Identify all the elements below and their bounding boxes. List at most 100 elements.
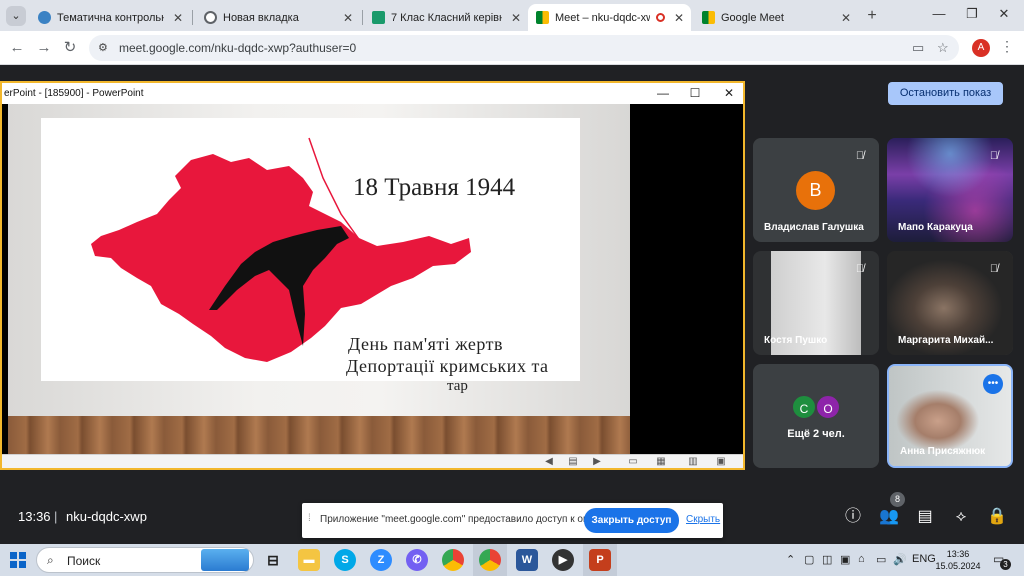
new-tab-button[interactable]: + [862,6,882,26]
more-participants-label: Ещё 2 чел. [787,428,845,440]
slideshow-stage: 18 Травня 1944 День пам'яті жертв Депорт… [2,104,743,454]
ppt-close-icon[interactable]: ✕ [719,83,739,103]
tab-label: Новая вкладка [223,11,299,24]
stop-sharing-button[interactable]: Закрыть доступ [584,508,679,533]
tab-close-icon[interactable]: ✕ [170,11,186,25]
address-bar[interactable]: ⚙ meet.google.com/nku-dqdc-xwp?authuser=… [89,35,959,61]
volume-icon[interactable]: 🔊 [893,553,907,566]
skype-icon[interactable]: S [334,549,356,571]
next-slide-icon[interactable]: ▶ [590,456,604,467]
forward-arrow-icon[interactable]: → [34,38,54,58]
share-notice-message: Приложение "meet.google.com" предоставил… [320,514,600,525]
meet-tray-icon[interactable]: ▢ [804,553,814,566]
participant-name: Костя Пушко [764,335,828,346]
reload-icon[interactable]: ↻ [60,38,80,58]
mic-off-icon: 🎙̸ [989,150,999,162]
normal-view-icon[interactable]: ▭ [626,456,640,467]
meeting-code: nku-dqdc-xwp [66,509,147,524]
tab-google-meet[interactable]: Google Meet ✕ [694,4,858,31]
powerpoint-icon[interactable]: P [589,549,611,571]
site-settings-icon[interactable]: ⚙ [98,41,108,54]
chrome-icon[interactable] [442,549,464,571]
participant-name: Владислав Галушка [764,222,864,233]
tab-meet-active[interactable]: Meet – nku-dqdc-xwp ✕ [528,4,691,31]
chat-icon[interactable]: ▤ [914,506,936,528]
participant-tile-speaking[interactable]: ••• Анна Присяжнюк [887,364,1013,468]
shared-powerpoint-window: erPoint - [185900] - PowerPoint — ☐ ✕ 18… [0,81,745,470]
close-window-icon[interactable]: ✕ [992,6,1016,22]
tab-new-tab[interactable]: Новая вкладка ✕ [196,4,360,31]
tab-close-icon[interactable]: ✕ [340,11,356,25]
browser-toolbar: ← → ↻ ⚙ meet.google.com/nku-dqdc-xwp?aut… [0,31,1024,65]
bookmark-star-icon[interactable]: ☆ [937,40,949,56]
participant-tile[interactable]: 🎙̸ Мапо Каракуца [887,138,1013,242]
participant-tile[interactable]: 🎙̸ Маргарита Михай... [887,251,1013,355]
viber-icon[interactable]: ✆ [406,549,428,571]
slideshow-view-icon[interactable]: ▣ [714,456,728,467]
profile-avatar[interactable]: A [972,39,990,57]
photos-icon[interactable]: ▣ [840,553,850,566]
tab-test[interactable]: Тематична контрольна роб ✕ [30,4,190,31]
drag-handle-icon[interactable]: ⁞ [308,513,311,524]
tab-favicon-icon [372,11,385,24]
clock-time: 13:36 [946,549,970,559]
word-icon[interactable]: W [516,549,538,571]
show-hidden-icons-icon[interactable]: ⌃ [786,553,795,566]
powerpoint-title-bar: erPoint - [185900] - PowerPoint [2,83,743,104]
participant-tile[interactable]: 🎙̸ Костя Пушко [753,251,879,355]
divider: | [54,509,58,524]
taskbar-search-box[interactable]: ⌕ Поиск [36,547,254,573]
participant-name: Маргарита Михай... [898,335,994,346]
tab-classroom[interactable]: 7 Клас Класний керівник: С ✕ [364,4,528,31]
tab-close-icon[interactable]: ✕ [671,11,687,25]
powerpoint-window-title: erPoint - [185900] - PowerPoint [4,88,144,99]
activities-icon[interactable]: ⟡ [950,506,972,528]
file-explorer-icon[interactable]: ▬ [298,549,320,571]
ppt-maximize-icon[interactable]: ☐ [685,83,705,103]
tab-close-icon[interactable]: ✕ [838,11,854,25]
mic-off-icon: 🎙̸ [855,263,865,275]
tab-close-icon[interactable]: ✕ [508,11,524,25]
slide-caption-line3: тар [447,378,468,394]
slide: 18 Травня 1944 День пам'яті жертв Депорт… [8,104,630,454]
avatar: В [796,171,835,210]
mic-off-icon: 🎙̸ [989,263,999,275]
people-icon[interactable]: 👥 [878,506,900,528]
participant-tile[interactable]: 🎙̸ В Владислав Галушка [753,138,879,242]
windows-start-icon[interactable] [10,552,26,568]
hide-notice-link[interactable]: Скрыть [686,514,720,525]
tab-favicon-icon [38,11,51,24]
battery-icon[interactable]: ▭ [876,553,886,566]
slide-sorter-icon[interactable]: ▦ [654,456,668,467]
task-view-icon[interactable]: ⊟ [262,549,284,571]
tab-search-button[interactable]: ⌄ [6,6,26,26]
security-icon[interactable]: ◫ [822,553,832,566]
more-participants-tile[interactable]: С О Ещё 2 чел. [753,364,879,468]
tab-divider [192,10,193,25]
search-placeholder: Поиск [67,554,101,568]
taskbar-clock[interactable]: 13:36 15.05.2024 [930,548,986,572]
zoom-icon[interactable]: Z [370,549,392,571]
meeting-time: 13:36 [18,509,51,524]
stop-presenting-button[interactable]: Остановить показ [888,82,1003,105]
slide-caption-line2: Депортації кримських та [346,356,549,376]
media-player-icon[interactable]: ▶ [552,549,574,571]
restore-icon[interactable]: ❐ [960,6,984,22]
camera-in-use-icon[interactable]: ▭ [912,40,924,56]
minimize-icon[interactable]: — [927,6,951,21]
meet-favicon-icon [702,11,715,24]
avatar: С [791,394,817,420]
avatar: О [815,394,841,420]
back-arrow-icon[interactable]: ← [7,38,27,58]
slide-menu-icon[interactable]: ▤ [566,456,580,467]
meeting-details-icon[interactable]: ⓘ [842,506,864,528]
network-icon[interactable]: ⌂ [858,553,865,565]
reading-view-icon[interactable]: ▥ [686,456,700,467]
host-controls-icon[interactable]: 🔒 [986,506,1008,528]
prev-slide-icon[interactable]: ◀ [542,456,556,467]
chrome-profile-icon[interactable] [479,549,501,571]
meet-favicon-icon [536,11,549,24]
ppt-minimize-icon[interactable]: — [653,83,673,103]
powerpoint-status-bar: ◀ ▤ ▶ ▭ ▦ ▥ ▣ [2,454,743,468]
browser-menu-icon[interactable]: ⋮ [1000,38,1014,55]
